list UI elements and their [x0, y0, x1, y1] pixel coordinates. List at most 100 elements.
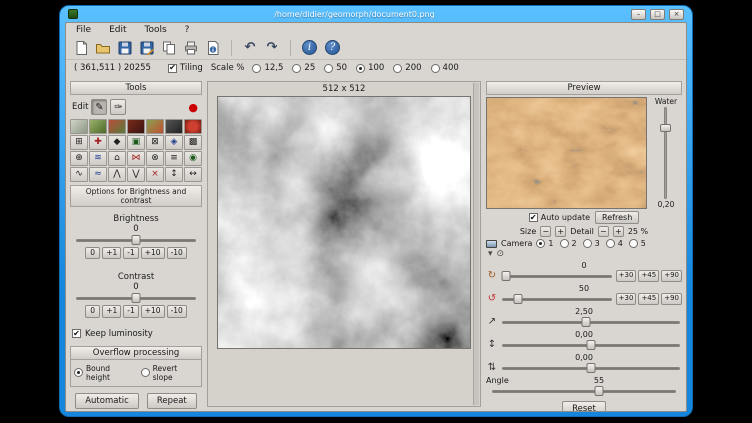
- camera-option-2[interactable]: 2: [560, 239, 577, 248]
- menu-file[interactable]: File: [74, 25, 93, 35]
- tool-button[interactable]: [70, 119, 88, 134]
- undo-button[interactable]: ↶: [240, 38, 260, 58]
- distance-slider[interactable]: [502, 316, 680, 328]
- preview-reset-button[interactable]: Reset: [562, 401, 606, 411]
- revert-slope-option[interactable]: Revert slope: [141, 364, 198, 382]
- contrast-slider[interactable]: [76, 292, 196, 304]
- pen-tool-button[interactable]: ✑: [110, 99, 126, 115]
- contrast-step-minus1[interactable]: -1: [123, 305, 138, 317]
- tiling-toggle[interactable]: ✔ Tiling: [168, 63, 203, 73]
- angle-slider[interactable]: [492, 385, 676, 397]
- tool-button[interactable]: [127, 119, 145, 134]
- slider-handle[interactable]: [502, 271, 511, 281]
- rotation-y-slider[interactable]: [502, 270, 612, 282]
- slider-handle[interactable]: [660, 124, 671, 132]
- detail-decrease-button[interactable]: −: [598, 226, 609, 237]
- brightness-step-0[interactable]: 0: [85, 247, 100, 259]
- contrast-step-minus10[interactable]: -10: [167, 305, 187, 317]
- menu-help[interactable]: ?: [183, 25, 192, 35]
- redo-button[interactable]: ↷: [262, 38, 282, 58]
- tool-button[interactable]: ✚: [89, 135, 107, 150]
- rotation-x-slider[interactable]: [502, 293, 612, 305]
- tool-button[interactable]: ⊠: [146, 135, 164, 150]
- slider-handle[interactable]: [581, 317, 590, 327]
- slider-handle[interactable]: [132, 293, 141, 303]
- rotate-x-plus90-button[interactable]: +90: [661, 293, 682, 305]
- menu-tools[interactable]: Tools: [143, 25, 169, 35]
- scene-menu-icon[interactable]: ▾: [488, 250, 493, 259]
- tool-button[interactable]: ◆: [108, 135, 126, 150]
- tool-button[interactable]: ◈: [165, 135, 183, 150]
- slider-handle[interactable]: [132, 235, 141, 245]
- keep-luminosity-toggle[interactable]: ✔ Keep luminosity: [70, 327, 202, 341]
- titlebar[interactable]: /home/didier/geomorph/document0.png – □ …: [65, 6, 687, 22]
- canvas-scrollbar[interactable]: [473, 83, 479, 405]
- auto-update-checkbox[interactable]: ✔: [529, 213, 538, 222]
- tool-button[interactable]: [89, 119, 107, 134]
- save-button[interactable]: [115, 38, 135, 58]
- scale-option-400[interactable]: 400: [431, 63, 459, 73]
- tool-button[interactable]: ⋀: [108, 167, 126, 182]
- size-increase-button[interactable]: +: [555, 226, 566, 237]
- size-decrease-button[interactable]: −: [540, 226, 551, 237]
- info-button[interactable]: i: [302, 40, 317, 55]
- open-folder-button[interactable]: [93, 38, 113, 58]
- scale-option-100[interactable]: 100: [356, 63, 384, 73]
- tool-button[interactable]: ◉: [184, 151, 202, 166]
- tiling-checkbox[interactable]: ✔: [168, 64, 177, 73]
- scale-option-50[interactable]: 50: [324, 63, 347, 73]
- tool-button[interactable]: ∿: [70, 167, 88, 182]
- contrast-step-plus1[interactable]: +1: [102, 305, 121, 317]
- camera-option-3[interactable]: 3: [583, 239, 600, 248]
- menu-edit[interactable]: Edit: [107, 25, 128, 35]
- slider-handle[interactable]: [587, 363, 596, 373]
- scale-option-200[interactable]: 200: [393, 63, 421, 73]
- tool-button[interactable]: ⋁: [127, 167, 145, 182]
- tool-button[interactable]: ↕: [165, 167, 183, 182]
- tool-button[interactable]: ≡: [165, 151, 183, 166]
- tool-button[interactable]: ⊗: [146, 151, 164, 166]
- new-document-button[interactable]: [71, 38, 91, 58]
- tool-button[interactable]: ▣: [127, 135, 145, 150]
- automatic-button[interactable]: Automatic: [75, 393, 139, 409]
- tool-button[interactable]: ⋈: [127, 151, 145, 166]
- rotate-y-plus90-button[interactable]: +90: [661, 270, 682, 282]
- document-info-button[interactable]: [203, 38, 223, 58]
- light-icon[interactable]: ⊙: [497, 250, 505, 259]
- water-slider[interactable]: [659, 107, 673, 199]
- tool-button[interactable]: ×: [146, 167, 164, 182]
- rotate-y-plus45-button[interactable]: +45: [638, 270, 659, 282]
- brightness-step-minus1[interactable]: -1: [123, 247, 138, 259]
- camera-option-1[interactable]: 1: [536, 239, 553, 248]
- help-button[interactable]: ?: [325, 40, 340, 55]
- rotate-x-plus45-button[interactable]: +45: [638, 293, 659, 305]
- pan-slider[interactable]: [502, 362, 680, 374]
- pencil-tool-button[interactable]: ✎: [91, 99, 107, 115]
- slider-handle[interactable]: [594, 386, 603, 396]
- save-as-button[interactable]: [137, 38, 157, 58]
- brightness-slider[interactable]: [76, 234, 196, 246]
- tool-button[interactable]: ▩: [184, 135, 202, 150]
- scale-option-25[interactable]: 25: [292, 63, 315, 73]
- scale-option-12-5[interactable]: 12,5: [252, 63, 283, 73]
- keep-luminosity-checkbox[interactable]: ✔: [72, 329, 81, 338]
- print-button[interactable]: [181, 38, 201, 58]
- brightness-step-plus1[interactable]: +1: [102, 247, 121, 259]
- contrast-step-0[interactable]: 0: [85, 305, 100, 317]
- bound-height-option[interactable]: Bound height: [74, 364, 135, 382]
- brightness-step-minus10[interactable]: -10: [167, 247, 187, 259]
- tool-button[interactable]: ⊕: [70, 151, 88, 166]
- tool-button[interactable]: [165, 119, 183, 134]
- camera-option-4[interactable]: 4: [606, 239, 623, 248]
- maximize-button[interactable]: □: [650, 9, 665, 20]
- auto-update-toggle[interactable]: ✔ Auto update: [529, 213, 590, 222]
- close-button[interactable]: ×: [669, 9, 684, 20]
- detail-increase-button[interactable]: +: [613, 226, 624, 237]
- contrast-step-plus10[interactable]: +10: [141, 305, 165, 317]
- refresh-button[interactable]: Refresh: [595, 211, 639, 224]
- tool-button[interactable]: ≈: [89, 167, 107, 182]
- minimize-button[interactable]: –: [631, 9, 646, 20]
- rotate-x-plus30-button[interactable]: +30: [616, 293, 637, 305]
- slider-handle[interactable]: [587, 340, 596, 350]
- heightmap-canvas[interactable]: [217, 96, 471, 349]
